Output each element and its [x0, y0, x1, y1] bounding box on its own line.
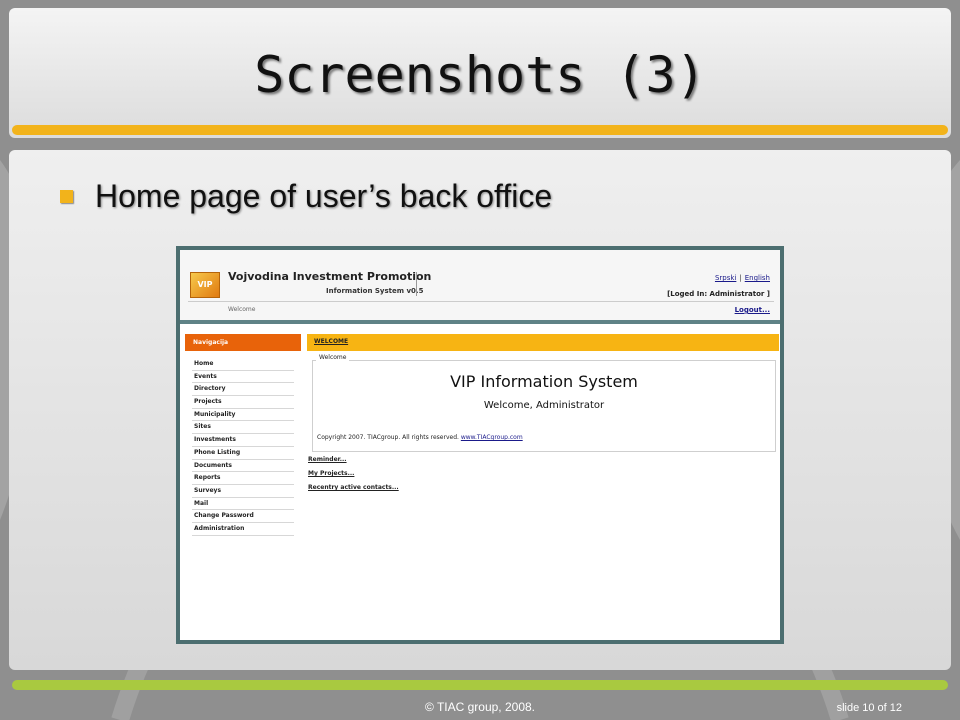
copyright-text: Copyright 2007. TIACgroup. All rights re…	[317, 434, 461, 441]
nav-item-administration[interactable]: Administration	[192, 523, 294, 536]
nav-list: Home Events Directory Projects Municipal…	[192, 358, 294, 536]
app-window: VIP Vojvodina Investment Promotion Infor…	[180, 250, 780, 640]
lang-srpski-link[interactable]: Srpski	[715, 274, 736, 282]
nav-item-phone-listing[interactable]: Phone Listing	[192, 447, 294, 460]
tiacgroup-link[interactable]: www.TIACgroup.com	[461, 434, 523, 441]
nav-item-projects[interactable]: Projects	[192, 396, 294, 409]
nav-item-directory[interactable]: Directory	[192, 383, 294, 397]
app-subtitle: Information System v0.5	[326, 287, 424, 295]
nav-item-events[interactable]: Events	[192, 371, 294, 384]
tab-bar: WELCOME	[307, 334, 779, 351]
bullet-text: Home page of user’s back office	[95, 177, 553, 214]
vip-logo-icon: VIP	[190, 272, 220, 298]
nav-item-change-password[interactable]: Change Password	[192, 510, 294, 523]
logged-in-status: [Loged In: Administrator ]	[667, 290, 770, 298]
app-header: VIP Vojvodina Investment Promotion Infor…	[180, 250, 780, 324]
title-separator	[416, 272, 417, 296]
app-title: Vojvodina Investment Promotion	[228, 270, 432, 283]
slide-number: slide 10 of 12	[836, 702, 902, 714]
reminder-link[interactable]: Reminder...	[308, 456, 347, 463]
logout-link[interactable]: Logout...	[735, 306, 770, 314]
title-underline-bar	[12, 125, 948, 135]
bullet-square-icon	[60, 189, 73, 203]
footer-copyright: © TIAC group, 2008.	[424, 700, 535, 714]
header-welcome-text: Welcome	[228, 306, 256, 313]
app-copyright: Copyright 2007. TIACgroup. All rights re…	[317, 434, 523, 441]
lang-english-link[interactable]: English	[745, 274, 770, 282]
nav-item-mail[interactable]: Mail	[192, 498, 294, 511]
nav-item-home[interactable]: Home	[192, 358, 294, 371]
nav-item-investments[interactable]: Investments	[192, 434, 294, 447]
nav-header: Navigacija	[185, 334, 301, 351]
language-switch: Srpski | English	[715, 274, 770, 282]
header-divider	[188, 301, 774, 302]
vip-system-title: VIP Information System	[450, 372, 638, 391]
nav-item-reports[interactable]: Reports	[192, 472, 294, 485]
vip-welcome-text: Welcome, Administrator	[483, 400, 605, 411]
my-projects-link[interactable]: My Projects...	[308, 470, 354, 477]
recent-contacts-link[interactable]: Recentry active contacts...	[308, 484, 399, 491]
nav-item-municipality[interactable]: Municipality	[192, 409, 294, 422]
nav-item-documents[interactable]: Documents	[192, 460, 294, 473]
embedded-screenshot: VIP Vojvodina Investment Promotion Infor…	[176, 246, 784, 644]
bullet-item: Home page of user’s back office	[60, 178, 552, 214]
footer-bar	[12, 680, 948, 690]
lang-separator: |	[739, 274, 742, 282]
nav-item-sites[interactable]: Sites	[192, 421, 294, 435]
slide-title: Screenshots (3)	[254, 46, 706, 104]
tab-welcome[interactable]: WELCOME	[314, 338, 348, 345]
nav-item-surveys[interactable]: Surveys	[192, 485, 294, 498]
welcome-box-legend: Welcome	[316, 354, 350, 361]
